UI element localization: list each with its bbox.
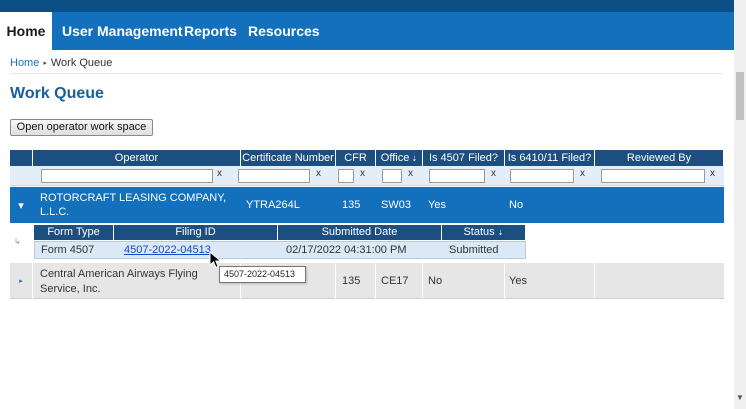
is4507-filter-input[interactable]: [429, 169, 485, 183]
expand-icon[interactable]: ▾: [10, 187, 32, 223]
sub-column-header-form-type[interactable]: Form Type: [34, 225, 114, 240]
status-header-label: Status: [463, 226, 495, 238]
cfr-filter-input[interactable]: [338, 169, 354, 183]
office-cell: CE17: [376, 263, 423, 299]
is4507-cell: Yes: [428, 199, 446, 211]
sub-column-header-status[interactable]: Status ⇣: [442, 225, 526, 240]
breadcrumb-home-link[interactable]: Home: [10, 57, 39, 69]
filing-row[interactable]: Form 4507 4507-2022-04513 02/17/2022 04:…: [34, 241, 526, 259]
mouse-cursor-icon: [209, 251, 222, 269]
office-header-label: Office: [380, 152, 410, 164]
office-filter-clear-button[interactable]: x: [408, 168, 413, 179]
cfr-cell: 135: [342, 199, 361, 211]
is4507-cell: No: [423, 263, 505, 299]
operator-filter-clear-button[interactable]: x: [217, 168, 222, 179]
top-strip: [0, 0, 734, 12]
main-nav: Home User Management Reports Resources: [0, 12, 734, 50]
expand-icon[interactable]: ▸: [10, 263, 33, 299]
column-header-is-6410-filed[interactable]: Is 6410/11 Filed?: [505, 150, 595, 166]
is4507-filter-clear-button[interactable]: x: [491, 168, 496, 179]
operator-name-line: L.L.C.: [40, 206, 70, 218]
reviewed-by-filter-input[interactable]: [601, 169, 705, 183]
is6410-filter-input[interactable]: [510, 169, 574, 183]
table-row[interactable]: ▾ ROTORCRAFT LEASING COMPANY, L.L.C. YTRA…: [10, 187, 724, 223]
table-row[interactable]: ▸ Central American Airways Flying Service…: [10, 263, 724, 299]
cfr-cell: 135: [336, 263, 376, 299]
sub-column-header-submitted-date[interactable]: Submitted Date: [278, 225, 442, 240]
filter-row: x x x x x x x: [10, 166, 724, 186]
reviewed-by-filter-clear-button[interactable]: x: [710, 168, 715, 179]
scroll-down-icon[interactable]: ▼: [734, 392, 746, 404]
sub-column-header-filing-id[interactable]: Filing ID: [114, 225, 278, 240]
breadcrumb: Home ▸ Work Queue: [10, 57, 112, 69]
tooltip: 4507-2022-04513: [219, 266, 306, 283]
certificate-filter-clear-button[interactable]: x: [316, 168, 321, 179]
nav-reports[interactable]: Reports: [184, 12, 237, 50]
expander-column-header: [10, 150, 33, 166]
certificate-filter-input[interactable]: [238, 169, 310, 183]
page-title: Work Queue: [10, 85, 104, 102]
open-operator-workspace-button[interactable]: Open operator work space: [10, 119, 153, 136]
column-header-cfr[interactable]: CFR: [336, 150, 376, 166]
office-cell: SW03: [381, 199, 411, 211]
cfr-filter-clear-button[interactable]: x: [360, 168, 365, 179]
reviewed-by-cell: [595, 263, 724, 299]
submitted-date-cell: 02/17/2022 04:31:00 PM: [286, 244, 407, 256]
column-header-operator[interactable]: Operator: [33, 150, 241, 166]
column-header-office[interactable]: Office ⇣: [376, 150, 423, 166]
operator-name-line: Central American Airways Flying: [40, 267, 198, 280]
vertical-scrollbar[interactable]: ▼: [734, 0, 746, 409]
is6410-cell: No: [509, 199, 524, 211]
column-header-is-4507-filed[interactable]: Is 4507 Filed?: [423, 150, 505, 166]
column-header-reviewed-by[interactable]: Reviewed By: [595, 150, 724, 166]
certificate-cell: YTRA264L: [246, 199, 300, 211]
hierarchy-icon: ↳: [14, 237, 21, 246]
operator-cell: ROTORCRAFT LEASING COMPANY, L.L.C.: [40, 187, 240, 223]
breadcrumb-current: Work Queue: [50, 57, 113, 69]
detail-row: ↳ Form Type Filing ID Submitted Date Sta…: [10, 223, 724, 263]
filing-id-link[interactable]: 4507-2022-04513: [124, 244, 211, 256]
operator-filter-input[interactable]: [41, 169, 213, 183]
divider: [10, 73, 722, 74]
breadcrumb-separator-icon: ▸: [43, 60, 47, 67]
is6410-filter-clear-button[interactable]: x: [580, 168, 585, 179]
column-header-certificate-number[interactable]: Certificate Number: [241, 150, 336, 166]
scroll-thumb[interactable]: [736, 72, 744, 120]
form-type-cell: Form 4507: [41, 244, 95, 256]
nav-home[interactable]: Home: [0, 12, 52, 50]
office-filter-input[interactable]: [382, 169, 402, 183]
nav-user-management[interactable]: User Management: [62, 12, 183, 50]
sort-icon: ⇣: [497, 230, 504, 237]
operator-name-line: ROTORCRAFT LEASING COMPANY,: [40, 192, 227, 204]
operator-name-line: Service, Inc.: [40, 282, 101, 295]
is6410-cell: Yes: [505, 263, 595, 299]
sort-icon: ⇣: [411, 156, 418, 163]
nav-resources[interactable]: Resources: [248, 12, 320, 50]
status-cell: Submitted: [449, 244, 499, 256]
